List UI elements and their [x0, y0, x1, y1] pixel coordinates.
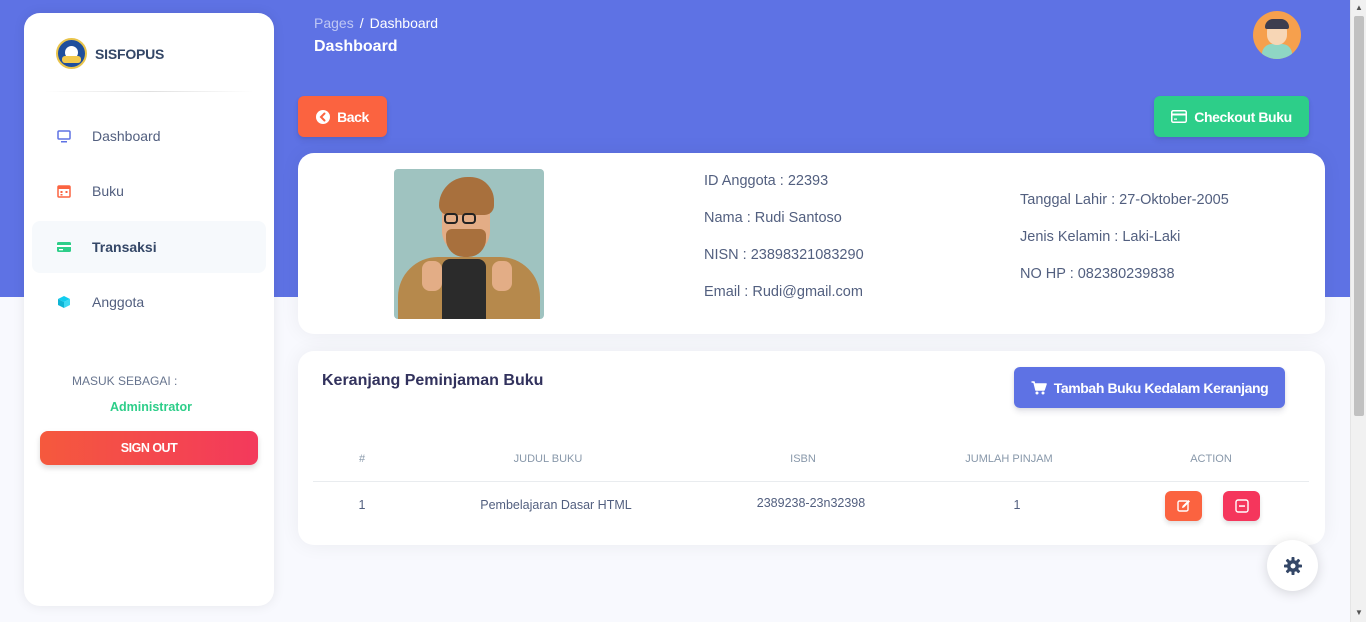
- sidebar-item-label: Transaksi: [92, 239, 157, 255]
- row-quantity: 1: [1013, 498, 1021, 512]
- sidebar-item-label: Anggota: [92, 294, 145, 310]
- breadcrumb: Pages / Dashboard: [314, 15, 438, 31]
- photo-beard: [446, 229, 486, 257]
- breadcrumb-separator: /: [359, 15, 364, 31]
- login-as-label: MASUK SEBAGAI :: [72, 374, 178, 388]
- add-book-button-label: Tambah Buku Kedalam Keranjang: [1053, 379, 1269, 396]
- column-header-quantity: JUMLAH PINJAM: [965, 453, 1053, 465]
- sidebar-item-buku[interactable]: Buku: [32, 165, 266, 217]
- column-header-title: JUDUL BUKU: [513, 453, 583, 465]
- scroll-down-icon[interactable]: ▼: [1355, 608, 1363, 617]
- member-photo: [394, 169, 544, 319]
- member-name: Nama : Rudi Santoso: [704, 210, 842, 226]
- photo-hand-left: [422, 261, 442, 291]
- column-header-isbn: ISBN: [790, 453, 816, 465]
- row-isbn: 2389238-23n32398: [756, 496, 866, 510]
- sidebar-item-anggota[interactable]: Anggota: [32, 276, 266, 328]
- brand[interactable]: SISFOPUS: [56, 38, 164, 69]
- cart-title: Keranjang Peminjaman Buku: [322, 372, 544, 389]
- photo-glasses-right: [462, 213, 476, 224]
- table-divider: [313, 481, 1309, 482]
- scrollbar-thumb[interactable]: [1354, 16, 1364, 416]
- back-button-label: Back: [337, 108, 369, 125]
- sidebar-divider: [44, 91, 254, 92]
- gear-icon: [1283, 556, 1302, 575]
- sidebar-item-transaksi[interactable]: Transaksi: [32, 221, 266, 273]
- member-profile-card: ID Anggota : 22393 Nama : Rudi Santoso N…: [298, 153, 1325, 334]
- monitor-icon: [56, 128, 72, 144]
- scroll-up-icon[interactable]: ▲: [1355, 3, 1363, 12]
- delete-button[interactable]: [1223, 491, 1260, 521]
- column-header-action: ACTION: [1190, 453, 1232, 465]
- row-number: 1: [358, 498, 366, 512]
- settings-button[interactable]: [1267, 540, 1318, 591]
- user-role: Administrator: [110, 400, 192, 414]
- avatar[interactable]: [1253, 11, 1301, 59]
- add-book-to-cart-button[interactable]: Tambah Buku Kedalam Keranjang: [1014, 367, 1285, 408]
- member-birth-date: Tanggal Lahir : 27-Oktober-2005: [1020, 192, 1229, 208]
- photo-hair: [439, 177, 494, 215]
- checkout-button[interactable]: Checkout Buku: [1154, 96, 1309, 137]
- breadcrumb-pages[interactable]: Pages: [314, 15, 354, 31]
- member-email: Email : Rudi@gmail.com: [704, 284, 863, 300]
- sidebar-item-label: Dashboard: [92, 128, 161, 144]
- back-button[interactable]: Back: [298, 96, 387, 137]
- page-scrollbar[interactable]: ▲ ▼: [1350, 0, 1366, 622]
- member-id: ID Anggota : 22393: [704, 173, 829, 189]
- breadcrumb-current: Dashboard: [369, 15, 439, 31]
- column-header-number: #: [358, 453, 366, 465]
- checkout-button-label: Checkout Buku: [1194, 108, 1292, 125]
- borrow-cart-card: Keranjang Peminjaman Buku Tambah Buku Ke…: [298, 351, 1325, 545]
- member-nisn: NISN : 23898321083290: [704, 247, 864, 263]
- page-title: Dashboard: [314, 38, 398, 55]
- sidebar: SISFOPUS Dashboard Buku Transaksi Anggot…: [24, 13, 274, 606]
- arrow-left-circle-icon: [316, 109, 331, 124]
- photo-glasses-left: [444, 213, 458, 224]
- sign-out-button[interactable]: SIGN OUT: [40, 431, 258, 465]
- calendar-icon: [56, 183, 72, 199]
- credit-card-icon: [56, 239, 72, 255]
- cube-icon: [56, 294, 72, 310]
- sidebar-item-label: Buku: [92, 183, 124, 199]
- member-gender: Jenis Kelamin : Laki-Laki: [1020, 229, 1181, 245]
- row-book-title: Pembelajaran Dasar HTML: [480, 498, 632, 512]
- photo-shirt: [442, 259, 486, 319]
- avatar-shirt: [1262, 44, 1292, 59]
- edit-button[interactable]: [1165, 491, 1202, 521]
- brand-name: SISFOPUS: [95, 45, 165, 62]
- avatar-hair: [1265, 19, 1289, 29]
- brand-logo-icon: [56, 38, 87, 69]
- photo-hand-right: [492, 261, 512, 291]
- minus-square-icon: [1234, 499, 1249, 513]
- credit-card-icon: [1171, 110, 1188, 123]
- sidebar-item-dashboard[interactable]: Dashboard: [32, 110, 266, 162]
- edit-icon: [1176, 500, 1190, 512]
- shopping-cart-icon: [1031, 380, 1047, 395]
- member-phone: NO HP : 082380239838: [1020, 266, 1175, 282]
